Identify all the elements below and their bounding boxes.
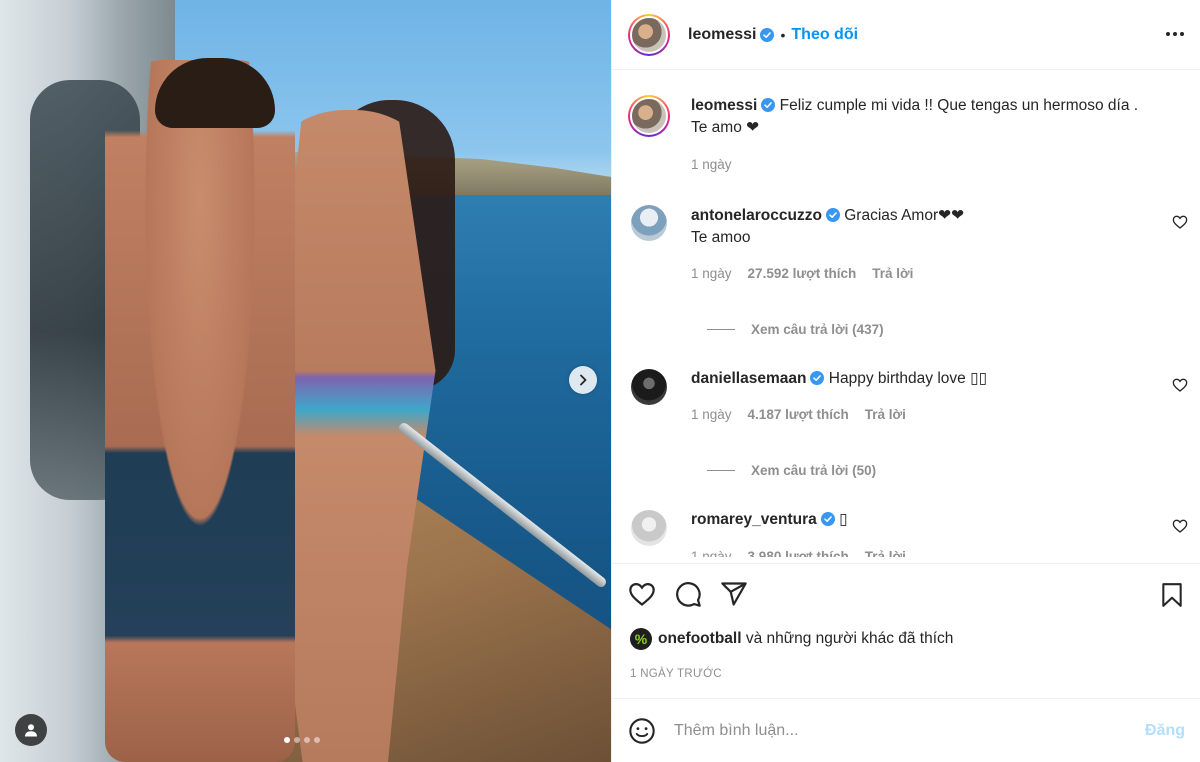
carousel-dot (314, 737, 320, 743)
comment-meta: 1 ngày 27.592 lượt thích Trả lời (691, 266, 913, 281)
comment-time[interactable]: 1 ngày (691, 549, 732, 557)
header-separator: • (780, 26, 786, 43)
photo-person-a (105, 60, 295, 762)
verified-icon (810, 371, 825, 385)
comment-body: ▯ (839, 511, 848, 528)
comment-time[interactable]: 1 ngày (691, 407, 732, 422)
comment-time[interactable]: 1 ngày (691, 266, 732, 281)
share-icon[interactable] (720, 580, 748, 608)
comment-text: daniellasemaan Happy birthday love ▯▯ (691, 368, 1151, 390)
author-username[interactable]: leomessi (688, 26, 756, 44)
view-replies-button[interactable]: Xem câu trả lời (437) (707, 322, 884, 337)
commenter-username[interactable]: daniellasemaan (691, 370, 806, 387)
post-comment-button[interactable]: Đăng (1145, 722, 1185, 740)
heart-icon[interactable] (1172, 377, 1188, 393)
commenter-avatar[interactable] (631, 369, 667, 405)
post-actions: % onefootball và những người khác đã thí… (612, 563, 1200, 698)
caption-body: Feliz cumple mi vida !! Que tengas un he… (691, 97, 1139, 136)
post-side-panel: leomessi • Theo dõi leomessi Feliz cumpl… (611, 0, 1200, 762)
commenter-username[interactable]: romarey_ventura (691, 511, 817, 528)
comment-meta: 1 ngày 3.980 lượt thích Trả lời (691, 549, 906, 557)
post-photo[interactable] (0, 0, 611, 762)
carousel-next-button[interactable] (569, 366, 597, 394)
comment-likes[interactable]: 27.592 lượt thích (748, 266, 857, 281)
comment-body-line2: Te amoo (691, 229, 751, 246)
commenter-avatar[interactable] (631, 205, 667, 241)
caption-meta: 1 ngày (691, 157, 732, 172)
heart-icon[interactable] (628, 580, 656, 608)
liker-username[interactable]: onefootball (658, 630, 742, 648)
caption-text: leomessi Feliz cumple mi vida !! Que ten… (691, 95, 1151, 139)
view-replies-button[interactable]: Xem câu trả lời (50) (707, 463, 876, 478)
caption-avatar[interactable] (628, 95, 670, 137)
comments-list[interactable]: leomessi Feliz cumple mi vida !! Que ten… (612, 71, 1200, 557)
verified-icon (820, 512, 835, 526)
comment-reply-button[interactable]: Trả lời (865, 407, 906, 422)
commenter-avatar[interactable] (631, 510, 667, 546)
post-timestamp[interactable]: 1 NGÀY TRƯỚC (630, 668, 722, 680)
add-comment-bar: Đăng (612, 698, 1200, 762)
verified-icon (760, 27, 775, 42)
user-icon (25, 724, 37, 737)
action-icons (628, 580, 748, 608)
post-header: leomessi • Theo dõi (612, 0, 1200, 70)
carousel-indicator (284, 737, 320, 743)
verified-icon (761, 98, 776, 112)
comment-likes[interactable]: 4.187 lượt thích (748, 407, 849, 422)
emoji-icon[interactable] (628, 717, 656, 745)
tagged-users-button[interactable] (15, 714, 47, 746)
comment-meta: 1 ngày 4.187 lượt thích Trả lời (691, 407, 906, 422)
likes-rest[interactable]: và những người khác đã thích (742, 630, 954, 648)
comment-icon[interactable] (674, 580, 702, 608)
comment-reply-button[interactable]: Trả lời (872, 266, 913, 281)
more-icon (1166, 32, 1184, 36)
commenter-username[interactable]: antonelaroccuzzo (691, 207, 822, 224)
comment-input[interactable] (674, 721, 1145, 740)
caption-username[interactable]: leomessi (691, 97, 757, 114)
follow-button[interactable]: Theo dõi (791, 26, 858, 44)
carousel-dot (294, 737, 300, 743)
more-options-button[interactable] (1163, 22, 1187, 46)
chevron-right-icon (580, 374, 587, 386)
heart-icon[interactable] (1172, 518, 1188, 534)
author-avatar[interactable] (628, 13, 670, 56)
comment-body: Happy birthday love ▯▯ (828, 370, 988, 387)
onefootball-logo[interactable]: % (630, 628, 652, 650)
comment-body: Gracias Amor❤❤ (844, 207, 965, 224)
bookmark-icon[interactable] (1159, 581, 1185, 609)
comment-text: romarey_ventura ▯ (691, 509, 1151, 531)
comment-reply-button[interactable]: Trả lời (865, 549, 906, 557)
heart-icon[interactable] (1172, 214, 1188, 230)
likes-summary: % onefootball và những người khác đã thí… (630, 628, 953, 650)
carousel-dot (304, 737, 310, 743)
comment-text: antonelaroccuzzo Gracias Amor❤❤ Te amoo (691, 205, 1151, 249)
verified-icon (825, 208, 840, 222)
carousel-dot-active (284, 737, 290, 743)
comment-likes[interactable]: 3.980 lượt thích (748, 549, 849, 557)
caption-time[interactable]: 1 ngày (691, 157, 732, 172)
